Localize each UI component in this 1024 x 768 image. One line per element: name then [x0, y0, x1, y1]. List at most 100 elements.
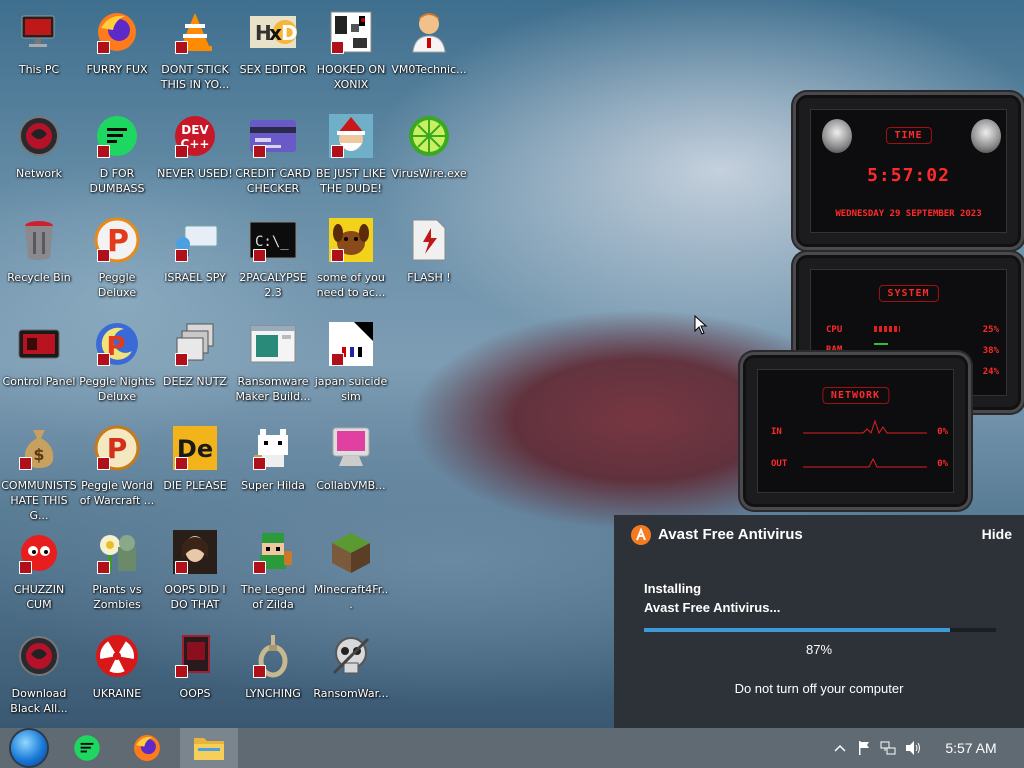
spy-icon: [171, 216, 219, 264]
desktop-icon-peggle-nights[interactable]: P Peggle Nights Deluxe: [79, 320, 155, 404]
time-gadget-clock: 5:57:02: [867, 165, 950, 186]
notification-app-name: Avast Free Antivirus: [658, 526, 803, 543]
svg-text:C:\_: C:\_: [255, 234, 289, 250]
taskbar-clock[interactable]: 5:57 AM: [936, 740, 1006, 756]
net-out-graph: [803, 457, 927, 468]
desktop-icon-japan-suicide-sim[interactable]: japan suicide sim: [313, 320, 389, 404]
desktop-icon-label: NEVER USED!: [157, 167, 233, 180]
desktop-icon-credit-card-checker[interactable]: CREDIT CARD CHECKER: [235, 112, 311, 196]
install-warning-text: Do not turn off your computer: [734, 681, 904, 696]
time-gadget-date: WEDNESDAY 29 SEPTEMBER 2023: [835, 209, 982, 219]
malware-badge-icon: [175, 561, 188, 574]
network-gadget[interactable]: NETWORK IN 0% OUT 0%: [740, 352, 971, 510]
limewire-icon: [405, 112, 453, 160]
desktop-icon-hooked-on-xonix[interactable]: HOOKED ON XONIX: [313, 8, 389, 92]
desktop-icon-label: CollabVMB...: [316, 479, 386, 492]
cpu-label: CPU: [826, 325, 843, 335]
desktop-icon-control-panel[interactable]: Control Panel: [1, 320, 77, 389]
taskbar-file-explorer-button[interactable]: [180, 728, 238, 768]
network-status-icon[interactable]: [880, 740, 896, 760]
desktop-icon-flash[interactable]: FLASH !: [391, 216, 467, 285]
desktop-icon-furry-fux[interactable]: FURRY FUX: [79, 8, 155, 77]
desktop-icon-network[interactable]: Network: [1, 112, 77, 181]
malware-badge-icon: [331, 145, 344, 158]
desktop-icon-ransomwar[interactable]: RansomWar...: [313, 632, 389, 701]
desktop-icon-some-of-you[interactable]: some of you need to ac...: [313, 216, 389, 300]
desktop-icon-label: Plants vs Zombies: [92, 583, 142, 611]
desktop-icon-oops-did-i-do-that[interactable]: OOPS DID I DO THAT: [157, 528, 233, 612]
desktop-icon-label: Control Panel: [2, 375, 76, 388]
desktop-icon-recycle-bin[interactable]: Recycle Bin: [1, 216, 77, 285]
desktop-icon-be-just-like-the-dude[interactable]: BE JUST LIKE THE DUDE!: [313, 112, 389, 196]
desktop-icon-collabvmb[interactable]: CollabVMB...: [313, 424, 389, 493]
desktop-icon-oops[interactable]: OOPS: [157, 632, 233, 701]
desktop-icon-ransomware-maker[interactable]: Ransomware Maker Build...: [235, 320, 311, 404]
desktop-icon-legend-of-zilda[interactable]: The Legend of Zilda: [235, 528, 311, 612]
desktop-icon-dont-stick[interactable]: DONT STICK THIS IN YO...: [157, 8, 233, 92]
desktop-icon-die-please[interactable]: De DIE PLEASE: [157, 424, 233, 493]
malware-badge-icon: [253, 457, 266, 470]
desktop-icon-label: Network: [16, 167, 62, 180]
time-gadget[interactable]: TIME 5:57:02 WEDNESDAY 29 SEPTEMBER 2023: [793, 92, 1024, 250]
avast-logo-icon: [631, 525, 651, 545]
desktop-icon-d-for-dumbass[interactable]: D FOR DUMBASS: [79, 112, 155, 196]
cpu-value: 25%: [982, 325, 999, 335]
taskbar-firefox-button[interactable]: [118, 728, 176, 768]
chevron-up-icon[interactable]: [832, 740, 848, 756]
desktop-icon-label: Peggle World of Warcraft ...: [79, 479, 155, 507]
volume-icon[interactable]: [904, 740, 922, 760]
desktop-icon-label: HOOKED ON XONIX: [316, 63, 386, 91]
alien-orb-icon: [15, 632, 63, 680]
network-gadget-title: NETWORK: [821, 387, 890, 404]
peggle-wow-icon: P: [93, 424, 141, 472]
pvz-icon: [93, 528, 141, 576]
taskbar-discord-button[interactable]: [58, 728, 116, 768]
pixel-cat-icon: [249, 424, 297, 472]
desktop-icon-sex-editor[interactable]: HxD SEX EDITOR: [235, 8, 311, 77]
desktop-icon-label: Minecraft4Fr...: [313, 583, 389, 611]
malware-badge-icon: [253, 249, 266, 262]
desktop-icon-communists[interactable]: $ COMMUNISTS HATE THIS G...: [1, 424, 77, 523]
desktop-icon-viruswire[interactable]: VirusWire.exe: [391, 112, 467, 181]
skull-icon: [327, 632, 375, 680]
desktop-icon-peggle-wow[interactable]: P Peggle World of Warcraft ...: [79, 424, 155, 508]
desktop-icon-israel-spy[interactable]: ISRAEL SPY: [157, 216, 233, 285]
technician-icon: [405, 8, 453, 56]
install-progress-text: 87%: [805, 642, 833, 657]
desktop-icon-this-pc[interactable]: This PC: [1, 8, 77, 77]
desktop-icon-never-used[interactable]: DEV C++ NEVER USED!: [157, 112, 233, 181]
desktop-icon-peggle-deluxe[interactable]: P Peggle Deluxe: [79, 216, 155, 300]
desktop-icon-download-black-all[interactable]: Download Black All...: [1, 632, 77, 716]
ram-bar: [874, 343, 888, 345]
desktop-icon-label: some of you need to ac...: [316, 271, 386, 299]
desktop-icon-label: Download Black All...: [10, 687, 68, 715]
malware-badge-icon: [331, 249, 344, 262]
desktop-icon-lynching[interactable]: LYNCHING: [235, 632, 311, 701]
notification-hide-button[interactable]: Hide: [982, 526, 1012, 542]
start-button[interactable]: [0, 728, 58, 768]
desktop-icon-chuzzin-cum[interactable]: CHUZZIN CUM: [1, 528, 77, 612]
desktop-icon-label: FURRY FUX: [86, 63, 148, 76]
desktop-icon-label: CHUZZIN CUM: [13, 583, 65, 611]
credit-card-icon: [249, 112, 297, 160]
ram-value: 38%: [982, 346, 999, 356]
alien-left-icon: [822, 119, 852, 153]
desktop-icon-label: The Legend of Zilda: [240, 583, 306, 611]
desktop-icon-plants-vs-zombies[interactable]: Plants vs Zombies: [79, 528, 155, 612]
net-out-value: 0%: [937, 459, 948, 469]
desktop-icon-ukraine[interactable]: UKRAINE: [79, 632, 155, 701]
santa-icon: [327, 112, 375, 160]
computer-icon: [15, 8, 63, 56]
desktop-icon-super-hilda[interactable]: Super Hilda: [235, 424, 311, 493]
malware-badge-icon: [19, 457, 32, 470]
discord-icon: [74, 735, 100, 761]
install-progress-fill: [644, 628, 951, 632]
desktop-icon-vm0technic[interactable]: VM0Technic...: [391, 8, 467, 77]
flag-icon[interactable]: [856, 740, 872, 760]
desktop-icon-label: UKRAINE: [92, 687, 142, 700]
network-icon: [15, 112, 63, 160]
desktop-icon-label: RansomWar...: [313, 687, 389, 700]
desktop-icon-2pacalypse[interactable]: C:\_ 2PACALYPSE 2.3: [235, 216, 311, 300]
desktop-icon-deez-nutz[interactable]: DEEZ NUTZ: [157, 320, 233, 389]
desktop-icon-minecraft4free[interactable]: Minecraft4Fr...: [313, 528, 389, 612]
